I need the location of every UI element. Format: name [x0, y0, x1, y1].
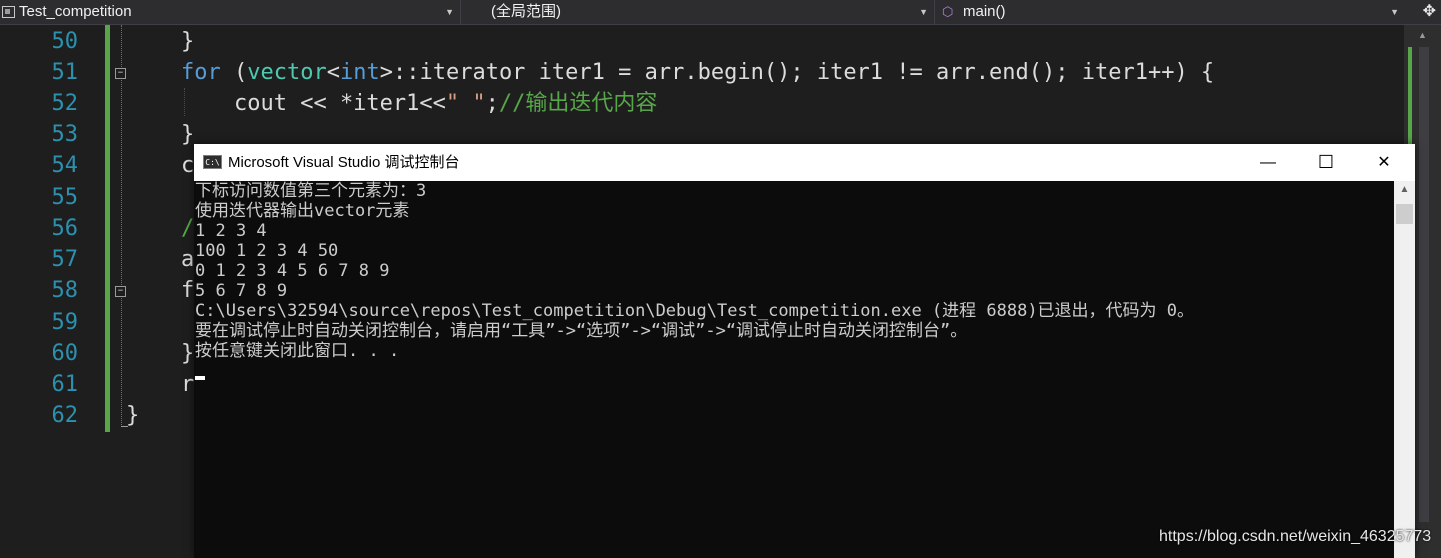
console-line: 按任意键关闭此窗口. . .: [195, 341, 400, 361]
line-number: 53: [51, 122, 79, 147]
code-token: >::iterator iter1 = arr.begin(); iter1 !…: [379, 60, 1215, 85]
code-token-string: " ": [445, 91, 486, 116]
code-line: c: [181, 150, 194, 181]
console-line: 下标访问数值第三个元素为：3: [195, 181, 427, 201]
code-token-comment: //输出迭代内容: [498, 91, 658, 116]
code-token: }: [181, 341, 195, 366]
code-line: }: [126, 400, 139, 431]
collapse-icon[interactable]: −: [115, 286, 126, 297]
console-line: 0 1 2 3 4 5 6 7 8 9: [195, 261, 390, 281]
line-number: 60: [51, 341, 79, 366]
debug-console-window[interactable]: C:\ Microsoft Visual Studio 调试控制台 — ☐ ✕ …: [194, 144, 1415, 558]
code-line: for (vector<int>::iterator iter1 = arr.b…: [181, 57, 1214, 88]
console-output[interactable]: 下标访问数值第三个元素为：3 使用迭代器输出vector元素 1 2 3 4 1…: [194, 181, 1394, 558]
close-button[interactable]: ✕: [1355, 144, 1413, 181]
console-title: Microsoft Visual Studio 调试控制台: [228, 154, 460, 171]
split-window-icon[interactable]: ✥: [1423, 0, 1436, 24]
scroll-up-icon[interactable]: ▲: [1404, 30, 1441, 40]
line-number: 59: [51, 310, 79, 335]
code-line: r: [181, 369, 194, 400]
console-line: 使用迭代器输出vector元素: [195, 201, 410, 221]
chevron-down-icon: ▼: [1390, 7, 1399, 17]
minimize-button[interactable]: —: [1239, 144, 1297, 181]
project-dropdown[interactable]: Test_competition ▼: [0, 0, 461, 24]
cpp-project-icon: [2, 6, 15, 18]
code-token: cout << *iter1<<: [181, 91, 446, 116]
scrollbar-thumb[interactable]: [1419, 47, 1429, 522]
line-number: 51: [51, 60, 79, 85]
line-number: 58: [51, 278, 79, 303]
maximize-button[interactable]: ☐: [1297, 144, 1355, 181]
scope-dropdown[interactable]: (全局范围) ▼: [466, 0, 935, 24]
line-number: 62: [51, 403, 79, 428]
outline-guide: [121, 25, 123, 427]
line-number: 56: [51, 216, 79, 241]
code-line: }: [181, 26, 194, 57]
line-number: 55: [51, 185, 79, 210]
console-scrollbar[interactable]: ▲: [1394, 181, 1415, 558]
chevron-down-icon: ▼: [919, 7, 928, 17]
chevron-down-icon: ▼: [445, 7, 454, 17]
project-dropdown-label: Test_competition: [19, 3, 132, 20]
console-line: C:\Users\32594\source\repos\Test_competi…: [195, 301, 1195, 321]
code-line: f: [181, 275, 194, 306]
scroll-up-icon[interactable]: ▲: [1394, 184, 1415, 195]
code-token: r: [181, 372, 195, 397]
code-token: (: [220, 60, 248, 85]
code-token-keyword: int: [339, 60, 380, 85]
line-number: 50: [51, 29, 79, 54]
code-line: a: [181, 244, 194, 275]
line-number: 61: [51, 372, 79, 397]
code-line: }: [181, 338, 194, 369]
console-line: 1 2 3 4: [195, 221, 267, 241]
console-titlebar[interactable]: C:\ Microsoft Visual Studio 调试控制台 — ☐ ✕: [194, 144, 1415, 181]
line-number: 57: [51, 247, 79, 272]
console-cursor: [195, 376, 205, 380]
console-line: 要在调试停止时自动关闭控制台，请启用“工具”->“选项”->“调试”->“调试停…: [195, 321, 968, 341]
console-app-icon: C:\: [203, 155, 222, 169]
code-token-type: vector: [247, 60, 327, 85]
code-line: /: [181, 213, 194, 244]
code-token: a: [181, 247, 195, 272]
change-tracking-bar: [105, 25, 110, 432]
code-line: cout << *iter1<<" ";//输出迭代内容: [181, 88, 657, 119]
code-token: <: [326, 60, 340, 85]
function-dropdown-label: main(): [963, 3, 1006, 20]
collapse-icon[interactable]: −: [115, 68, 126, 79]
code-token: ;: [485, 91, 499, 116]
console-line: 100 1 2 3 4 50: [195, 241, 339, 261]
code-token: }: [181, 29, 195, 54]
code-token: f: [181, 278, 195, 303]
scope-dropdown-label: (全局范围): [491, 3, 561, 20]
code-token: }: [126, 403, 140, 428]
watermark: https://blog.csdn.net/weixin_46325773: [1159, 528, 1432, 545]
line-number: 54: [51, 153, 79, 178]
code-token: }: [181, 122, 195, 147]
function-cube-icon: ⬡: [942, 4, 954, 19]
console-line: 5 6 7 8 9: [195, 281, 288, 301]
function-dropdown[interactable]: ⬡ main() ▼: [936, 0, 1405, 24]
code-token: c: [181, 153, 195, 178]
code-token-keyword: for: [181, 60, 221, 85]
line-number: 52: [51, 91, 79, 116]
code-token-comment: /: [181, 216, 195, 241]
code-line: }: [181, 119, 194, 150]
scrollbar-thumb[interactable]: [1396, 204, 1413, 224]
navigation-bar: Test_competition ▼ (全局范围) ▼ ⬡ main() ▼ ✥: [0, 0, 1441, 25]
